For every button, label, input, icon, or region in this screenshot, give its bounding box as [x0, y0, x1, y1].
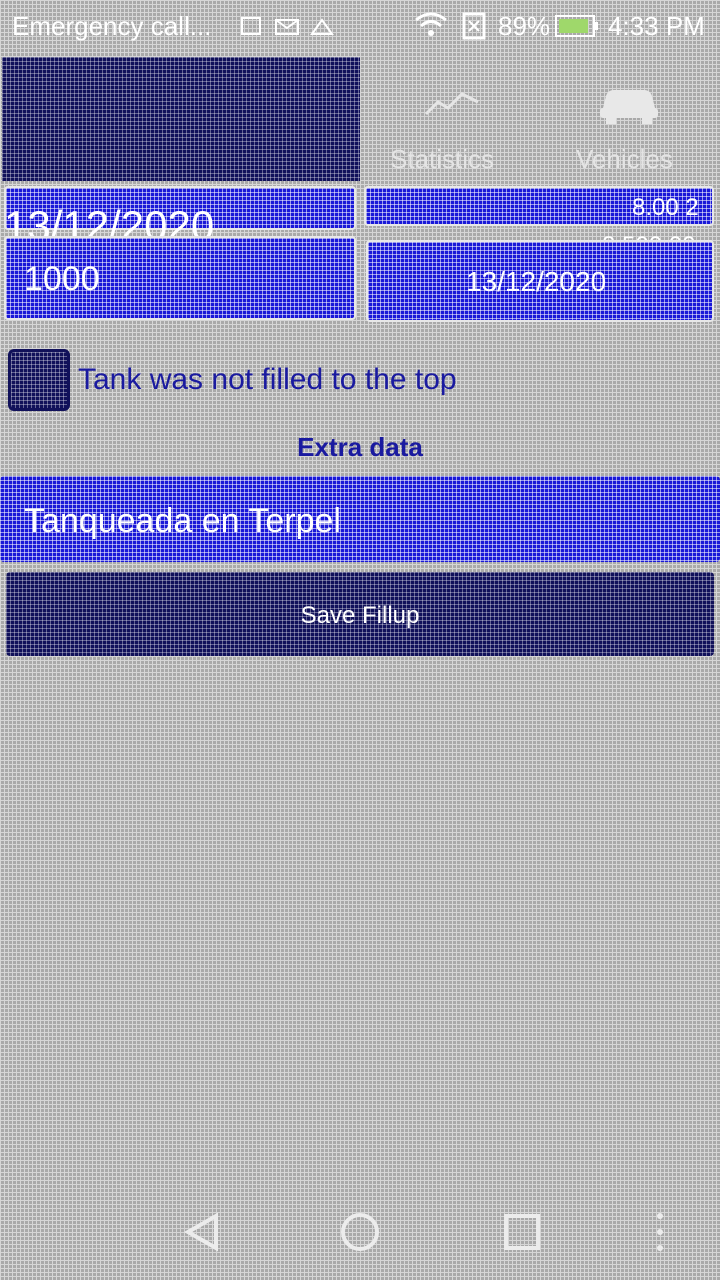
tab-vehicles-label: Vehicles — [576, 144, 673, 174]
carrier-text: Emergency call... — [12, 11, 212, 41]
wifi-icon — [414, 10, 448, 40]
car-icon — [596, 82, 662, 126]
battery-icon — [554, 13, 600, 39]
fillup-date-value: 13/12/2020 — [466, 266, 607, 297]
clock: 4:33 PM — [608, 11, 705, 41]
no-sim-icon — [460, 11, 492, 41]
tab-statistics[interactable]: Statistics — [372, 60, 542, 180]
tab-statistics-label: Statistics — [390, 144, 495, 174]
extra-data-title: Extra data — [297, 432, 423, 462]
notes-value: Tanqueada en Terpel — [24, 502, 341, 540]
more-icon[interactable] — [648, 1210, 672, 1254]
recents-icon[interactable] — [500, 1210, 544, 1254]
save-fillup-label: Save Fillup — [300, 602, 420, 629]
active-tab-panel[interactable] — [2, 57, 360, 181]
chart-icon — [424, 88, 480, 118]
partial-fill-checkbox[interactable] — [8, 349, 70, 411]
save-fillup-button[interactable]: Save Fillup — [6, 572, 714, 656]
amount-value: 1000 — [24, 260, 100, 298]
battery-percent: 89% — [498, 11, 551, 41]
home-icon[interactable] — [338, 1210, 382, 1254]
partial-fill-label[interactable]: Tank was not filled to the top — [78, 363, 457, 397]
status-bar: Emergency call... 89% 4:33 PM — [0, 0, 720, 52]
tab-vehicles[interactable]: Vehicles — [560, 60, 718, 180]
back-icon[interactable] — [180, 1210, 224, 1254]
notification-icons — [238, 12, 338, 40]
system-nav-bar — [0, 1180, 720, 1280]
odometer-value: 8.00 2 — [632, 194, 699, 221]
